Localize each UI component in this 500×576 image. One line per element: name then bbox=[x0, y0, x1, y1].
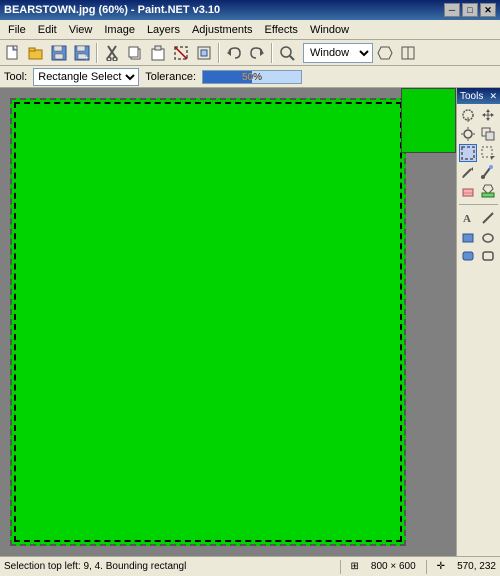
status-size: 800 × 600 bbox=[371, 561, 416, 572]
tool-shapes-3[interactable] bbox=[459, 247, 477, 265]
tool-lasso[interactable] bbox=[459, 106, 477, 124]
menu-view[interactable]: View bbox=[63, 22, 99, 38]
svg-text:+: + bbox=[84, 53, 89, 61]
tool-select-move[interactable] bbox=[479, 144, 497, 162]
tool-shapes-1[interactable] bbox=[459, 228, 477, 246]
redo-button[interactable] bbox=[246, 42, 268, 64]
tolerance-value: 50% bbox=[203, 71, 301, 85]
tolerance-bar[interactable]: 50% bbox=[202, 70, 302, 84]
main-area: Tools ✕ bbox=[0, 88, 500, 556]
status-bar: Selection top left: 9, 4. Bounding recta… bbox=[0, 556, 500, 576]
menu-effects[interactable]: Effects bbox=[259, 22, 304, 38]
svg-text:A: A bbox=[463, 213, 471, 225]
menu-image[interactable]: Image bbox=[98, 22, 141, 38]
toolbar-sep-2 bbox=[218, 43, 220, 63]
tool-move[interactable] bbox=[479, 106, 497, 124]
menu-adjustments[interactable]: Adjustments bbox=[186, 22, 259, 38]
menu-layers[interactable]: Layers bbox=[141, 22, 186, 38]
tool-options-bar: Tool: Rectangle Select Tolerance: 50% bbox=[0, 66, 500, 88]
title-bar-buttons: ─ □ ✕ bbox=[444, 3, 496, 17]
tool-select[interactable]: Rectangle Select bbox=[33, 68, 139, 86]
cut-button[interactable] bbox=[101, 42, 123, 64]
toolbar-extra-1[interactable] bbox=[374, 42, 396, 64]
tool-label: Tool: bbox=[4, 71, 27, 83]
copy-button[interactable] bbox=[124, 42, 146, 64]
tool-fill[interactable] bbox=[479, 182, 497, 200]
tools-grid bbox=[457, 104, 500, 202]
window-dropdown[interactable]: Window Auto bbox=[303, 43, 373, 63]
maximize-button[interactable]: □ bbox=[462, 3, 478, 17]
undo-button[interactable] bbox=[223, 42, 245, 64]
title-text: BEARSTOWN.jpg (60%) - Paint.NET v3.10 bbox=[4, 4, 220, 16]
minimize-button[interactable]: ─ bbox=[444, 3, 460, 17]
menu-edit[interactable]: Edit bbox=[32, 22, 63, 38]
menu-file[interactable]: File bbox=[2, 22, 32, 38]
tool-eraser[interactable] bbox=[459, 182, 477, 200]
tolerance-label: Tolerance: bbox=[145, 71, 196, 83]
new-button[interactable] bbox=[2, 42, 24, 64]
status-coord-icon: ✛ bbox=[437, 561, 445, 572]
save-as-button[interactable]: + bbox=[71, 42, 93, 64]
tool-clone[interactable] bbox=[479, 125, 497, 143]
tools-panel: Tools ✕ bbox=[456, 88, 500, 556]
toolbar-extra-2[interactable] bbox=[397, 42, 419, 64]
deselect2-button[interactable] bbox=[193, 42, 215, 64]
menu-bar: File Edit View Image Layers Adjustments … bbox=[0, 20, 500, 40]
toolbar-sep-3 bbox=[271, 43, 273, 63]
window-dropdown-container: Window Auto bbox=[303, 43, 373, 63]
deselect-button[interactable] bbox=[170, 42, 192, 64]
tool-brush[interactable] bbox=[479, 163, 497, 181]
zoom-button[interactable] bbox=[276, 42, 298, 64]
tool-shapes-2[interactable] bbox=[479, 228, 497, 246]
canvas-container[interactable] bbox=[10, 98, 406, 546]
canvas-area[interactable] bbox=[0, 88, 456, 556]
open-button[interactable] bbox=[25, 42, 47, 64]
status-separator-1 bbox=[340, 560, 341, 574]
tool-magic-wand[interactable] bbox=[459, 125, 477, 143]
menu-window[interactable]: Window bbox=[304, 22, 355, 38]
tool-line[interactable] bbox=[479, 209, 497, 227]
tools-panel-title: Tools ✕ bbox=[457, 88, 500, 104]
paste-button[interactable] bbox=[147, 42, 169, 64]
tool-shapes-4[interactable] bbox=[479, 247, 497, 265]
title-bar: BEARSTOWN.jpg (60%) - Paint.NET v3.10 ─ … bbox=[0, 0, 500, 20]
canvas-image[interactable] bbox=[12, 100, 404, 544]
status-size-icon: ⊞ bbox=[351, 561, 359, 572]
tool-text[interactable]: A bbox=[459, 209, 477, 227]
tools-divider bbox=[459, 204, 498, 205]
tool-rect-select[interactable] bbox=[459, 144, 477, 162]
toolbar-sep-1 bbox=[96, 43, 98, 63]
close-button[interactable]: ✕ bbox=[480, 3, 496, 17]
save-button[interactable] bbox=[48, 42, 70, 64]
status-separator-2 bbox=[426, 560, 427, 574]
tools-close-icon[interactable]: ✕ bbox=[489, 91, 497, 102]
status-selection-info: Selection top left: 9, 4. Bounding recta… bbox=[4, 561, 330, 572]
tool-pencil[interactable] bbox=[459, 163, 477, 181]
tools-grid-2: A bbox=[457, 207, 500, 267]
preview-thumbnail bbox=[401, 88, 456, 153]
status-coordinates: 570, 232 bbox=[457, 561, 496, 572]
toolbar: + Window Auto bbox=[0, 40, 500, 66]
tools-title-text: Tools bbox=[460, 91, 483, 102]
